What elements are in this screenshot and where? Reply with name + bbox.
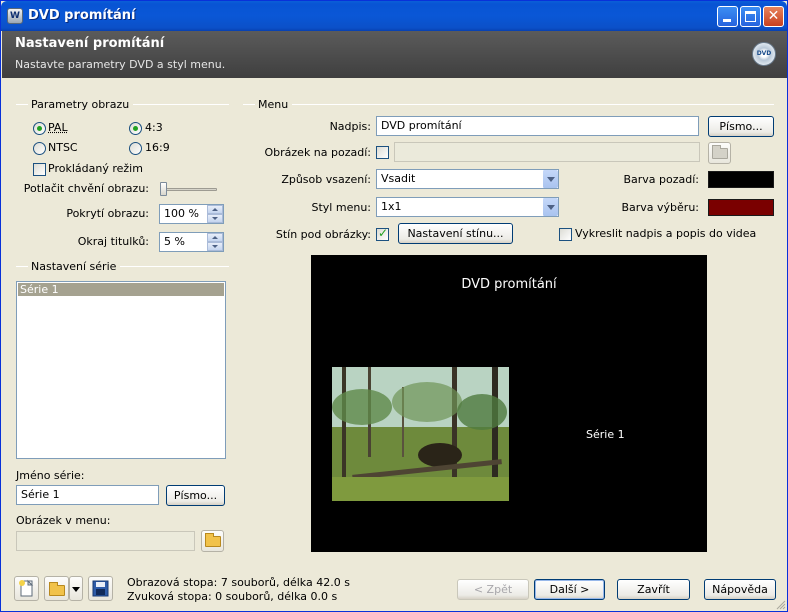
app-icon: W: [7, 8, 23, 24]
interlaced-label[interactable]: Prokládaný režim: [48, 162, 143, 176]
open-dropdown-button[interactable]: [69, 576, 83, 601]
series-name-input[interactable]: Série 1: [16, 485, 159, 505]
new-project-button[interactable]: [14, 576, 39, 601]
coverage-spinner[interactable]: 100 %: [159, 204, 224, 224]
chevron-down-icon[interactable]: [542, 198, 558, 216]
coverage-spin-buttons[interactable]: [207, 205, 223, 223]
shadow-checkbox[interactable]: [376, 226, 389, 241]
shake-slider-thumb[interactable]: [160, 182, 167, 196]
ratio-4-3-radio[interactable]: [129, 122, 142, 135]
ratio-4-3-label[interactable]: 4:3: [145, 121, 163, 135]
minimize-icon: [723, 19, 731, 22]
chevron-down-icon[interactable]: [542, 170, 558, 188]
menu-group-label: Menu: [255, 98, 293, 111]
menu-style-value: 1x1: [381, 200, 402, 213]
bg-image-checkbox[interactable]: [376, 146, 389, 159]
dvd-disc-icon: DVD: [752, 42, 776, 66]
ntsc-radio[interactable]: [33, 142, 46, 155]
spin-up-icon[interactable]: [207, 233, 223, 242]
series-list-item[interactable]: Série 1: [18, 283, 224, 296]
wizard-header: Nastavení promítání Nastavte parametry D…: [2, 31, 787, 78]
title-bar[interactable]: W DVD promítání ✕: [1, 1, 787, 31]
spin-up-icon[interactable]: [207, 205, 223, 214]
preview-series-label[interactable]: Série 1: [586, 428, 625, 441]
coverage-value: 100 %: [164, 207, 199, 220]
menu-group-line: [243, 104, 774, 105]
params-group-label: Parametry obrazu: [28, 98, 134, 111]
close-icon: ✕: [767, 8, 780, 24]
embed-label: Způsob vsazení:: [281, 173, 371, 186]
bg-color-label: Barva pozadí:: [623, 173, 699, 186]
close-window-button[interactable]: ✕: [763, 6, 784, 27]
ratio-16-9-radio[interactable]: [129, 142, 142, 155]
spin-down-icon[interactable]: [207, 242, 223, 251]
shadow-label: Stín pod obrázky:: [275, 228, 371, 241]
menu-style-combo[interactable]: 1x1: [376, 197, 559, 217]
caption-input[interactable]: DVD promítání: [376, 116, 699, 136]
spin-down-icon[interactable]: [207, 214, 223, 223]
title-margin-spinner[interactable]: 5 %: [159, 232, 224, 252]
next-button[interactable]: Další >: [534, 579, 605, 600]
pal-radio[interactable]: [33, 122, 46, 135]
coverage-label: Pokrytí obrazu:: [66, 207, 149, 220]
title-margin-spin-buttons[interactable]: [207, 233, 223, 251]
header-subtitle: Nastavte parametry DVD a styl menu.: [15, 58, 226, 71]
folder-icon: [205, 533, 221, 547]
draw-caption-checkbox[interactable]: [559, 228, 572, 241]
menu-style-label: Styl menu:: [311, 201, 372, 214]
menu-preview: DVD promítání Série 1: [311, 255, 707, 552]
shake-label: Potlačit chvění obrazu:: [23, 182, 149, 195]
bg-color-swatch[interactable]: [708, 171, 774, 188]
main-window: W DVD promítání ✕ Nastavení promítání Na…: [0, 0, 788, 612]
bg-image-browse-button[interactable]: [708, 142, 731, 164]
video-track-status: Obrazová stopa: 7 souborů, délka 42.0 s: [127, 576, 350, 589]
bg-image-label: Obrázek na pozadí:: [264, 146, 372, 159]
caption-font-button[interactable]: Písmo...: [708, 116, 774, 137]
maximize-icon: [745, 11, 756, 22]
sel-color-label: Barva výběru:: [621, 201, 699, 214]
series-list[interactable]: Série 1: [16, 281, 226, 459]
ratio-16-9-label[interactable]: 16:9: [145, 141, 170, 155]
embed-combo[interactable]: Vsadit: [376, 169, 559, 189]
sel-color-swatch[interactable]: [708, 199, 774, 216]
series-font-button[interactable]: Písmo...: [166, 485, 225, 506]
series-name-label: Jméno série:: [16, 469, 85, 482]
maximize-button[interactable]: [740, 6, 761, 27]
new-project-icon: [19, 579, 34, 597]
preview-thumbnail-image[interactable]: [332, 367, 509, 501]
shadow-settings-button[interactable]: Nastavení stínu...: [398, 223, 513, 244]
save-disk-icon: [92, 580, 109, 597]
menu-image-label: Obrázek v menu:: [16, 514, 111, 527]
open-project-button[interactable]: [44, 576, 69, 601]
resize-grip-icon[interactable]: [776, 600, 786, 610]
close-button[interactable]: Zavřít: [617, 579, 690, 600]
dropdown-arrow-icon: [72, 587, 80, 592]
forest-photo: [332, 367, 509, 501]
window-title: DVD promítání: [28, 8, 136, 23]
pal-label[interactable]: PAL: [48, 121, 68, 135]
interlaced-checkbox[interactable]: [33, 163, 46, 176]
open-folder-icon: [49, 582, 65, 596]
shake-slider-track[interactable]: [161, 188, 217, 191]
bg-image-input[interactable]: [394, 142, 700, 162]
preview-title: DVD promítání: [461, 277, 557, 292]
menu-image-input[interactable]: [16, 531, 195, 551]
back-button[interactable]: < Zpět: [457, 579, 529, 600]
help-button[interactable]: Nápověda: [704, 579, 776, 600]
menu-image-browse-button[interactable]: [201, 530, 224, 552]
title-margin-label: Okraj titulků:: [77, 235, 149, 248]
folder-icon: [712, 145, 728, 159]
ntsc-label[interactable]: NTSC: [48, 141, 78, 155]
caption-label: Nadpis:: [329, 120, 371, 133]
draw-caption-label[interactable]: Vykreslit nadpis a popis do videa: [575, 227, 756, 241]
embed-value: Vsadit: [381, 172, 416, 185]
series-group-label: Nastavení série: [28, 260, 121, 273]
title-margin-value: 5 %: [164, 235, 185, 248]
audio-track-status: Zvuková stopa: 0 souborů, délka 0.0 s: [127, 590, 338, 603]
minimize-button[interactable]: [717, 6, 738, 27]
save-project-button[interactable]: [88, 576, 113, 601]
header-title: Nastavení promítání: [15, 36, 165, 51]
